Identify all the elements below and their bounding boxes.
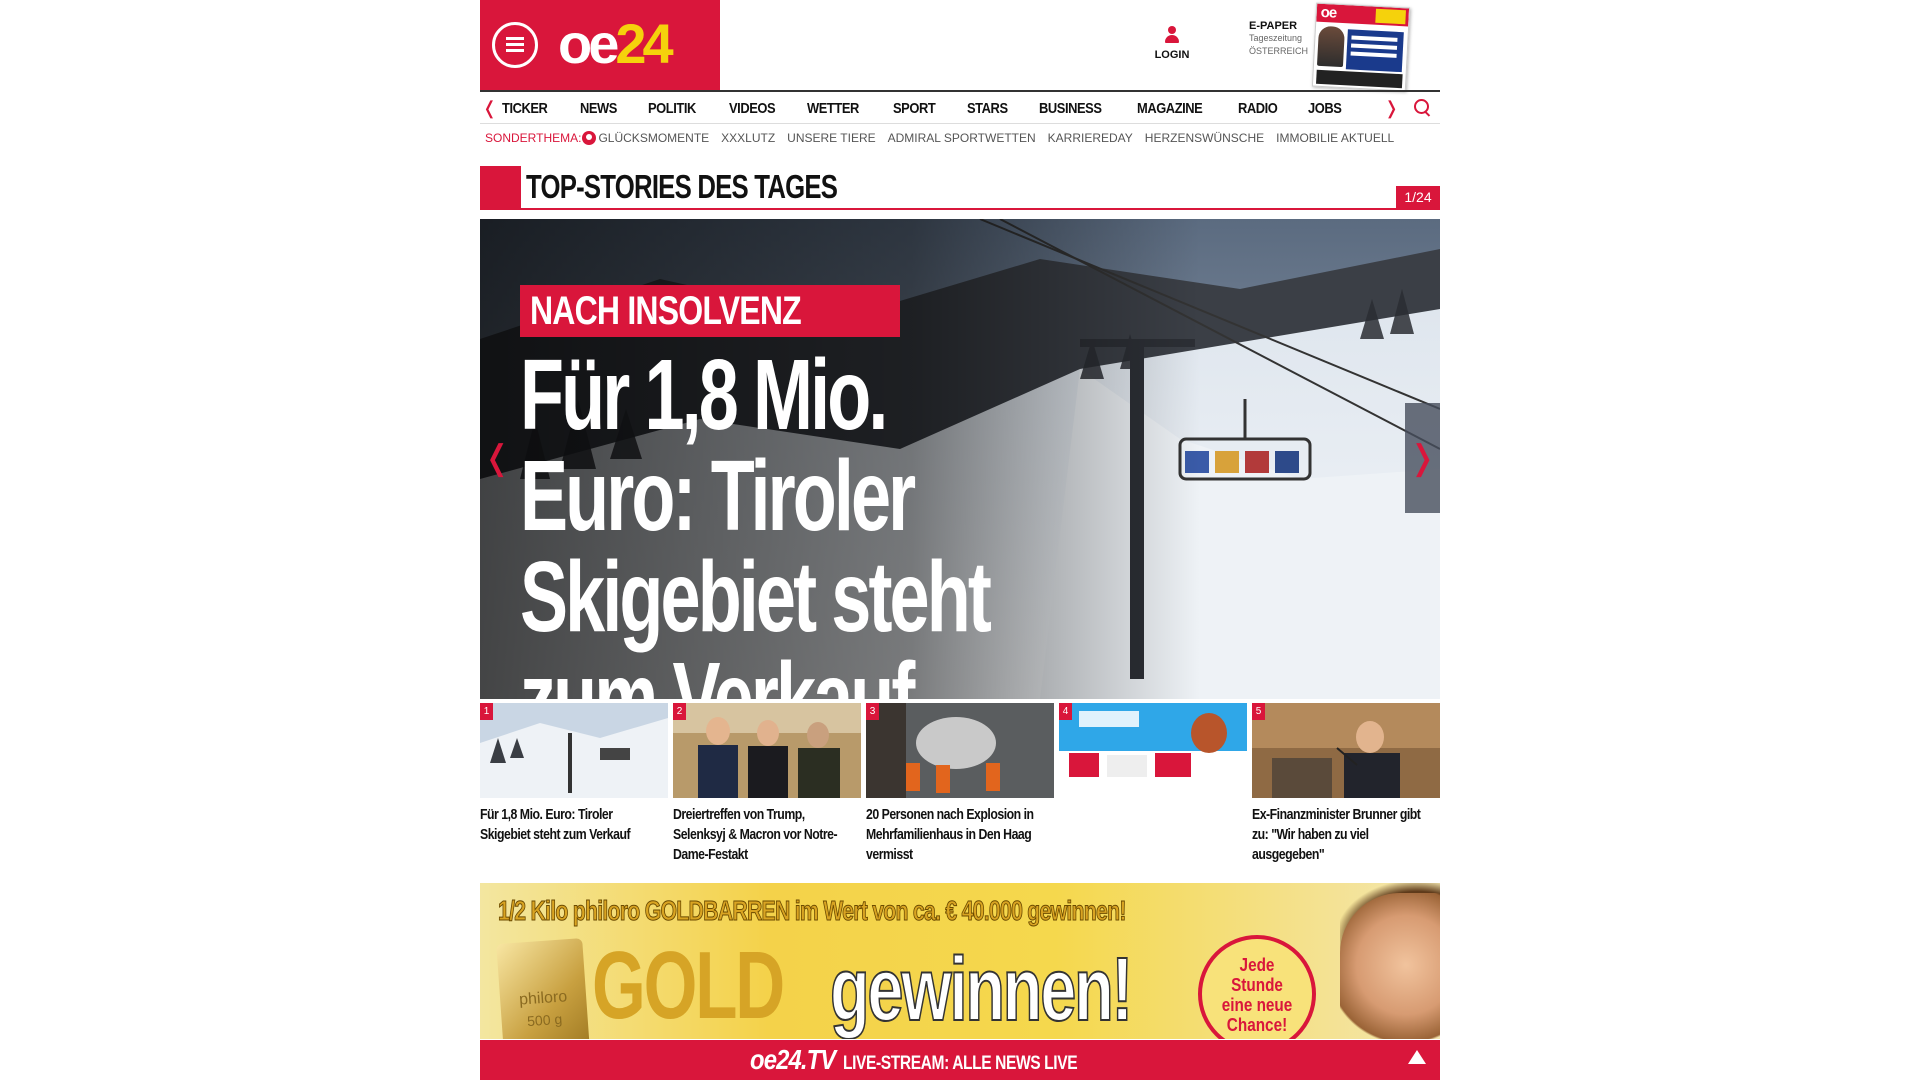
slide-counter: 1/24 [1396, 186, 1440, 208]
slider-next-icon[interactable]: ❭ [1405, 403, 1440, 513]
banner-gewinnen-word: gewinnen! [829, 939, 1134, 1039]
thumb-image-explosion-rescue: 3 [866, 703, 1054, 798]
hero-headline[interactable]: Für 1,8 Mio. Euro: Tiroler Skigebiet ste… [520, 345, 1038, 700]
oe24tv-logo: oe24.TV [750, 1044, 836, 1075]
thumb-image-brunner: 5 [1252, 703, 1440, 798]
nav-item-politik[interactable]: POLITIK [648, 100, 696, 117]
nav-item-jobs[interactable]: JOBS [1308, 100, 1342, 117]
live-stream-bar[interactable]: oe24.TV LIVE-STREAM: ALLE NEWS LIVE [480, 1040, 1440, 1080]
logo-block[interactable]: oe24 [480, 0, 720, 90]
story-thumb-3[interactable]: 3 20 Personen nach Explosion in Mehrfami… [866, 703, 1054, 865]
slider-prev-icon[interactable]: ❬ [480, 403, 514, 513]
thumb-title[interactable]: Dreiertreffen von Trump, Selenksyj & Mac… [673, 805, 858, 865]
topic-xxxlutz[interactable]: XXXLUTZ [721, 131, 775, 145]
topic-herzenswuensche[interactable]: HERZENSWÜNSCHE [1145, 131, 1264, 145]
nav-item-business[interactable]: BUSINESS [1039, 100, 1102, 117]
search-icon[interactable] [1413, 98, 1433, 118]
thumb-image-5g-ad: 4 [1059, 703, 1247, 798]
nav-prev-icon[interactable]: ❬ [482, 98, 497, 118]
thumb-image-trump-macron-zelensky: 2 [673, 703, 861, 798]
main-nav: ❬ TICKER NEWS POLITIK VIDEOS WETTER SPOR… [480, 90, 1440, 124]
story-thumb-1[interactable]: 1 Für 1,8 Mio. Euro: Tiroler Skigebiet s… [480, 703, 668, 845]
hero-kicker: NACH INSOLVENZ [520, 285, 900, 337]
topic-immobilie-aktuell[interactable]: IMMOBILIE AKTUELL [1276, 131, 1394, 145]
story-thumb-2[interactable]: 2 Dreiertreffen von Trump, Selenksyj & M… [673, 703, 861, 865]
banner-headline: 1/2 Kilo philoro GOLDBARREN im Wert von … [498, 895, 1127, 927]
nav-item-ticker[interactable]: TICKER [502, 100, 548, 117]
topic-karriereday[interactable]: KARRIEREDAY [1048, 131, 1133, 145]
thumb-title[interactable]: 20 Personen nach Explosion in Mehrfamili… [866, 805, 1051, 865]
thumb-image-ski-lift: 1 [480, 703, 668, 798]
expand-up-icon[interactable] [1408, 1050, 1426, 1064]
site-header: oe24 LOGIN E-PAPER Tageszeitung ÖSTERREI… [480, 0, 1440, 92]
story-thumb-4-ad[interactable]: 4 [1059, 703, 1247, 798]
epaper-subtitle: Tageszeitung [1249, 33, 1303, 43]
story-thumb-5[interactable]: 5 Ex-Finanzminister Brunner gibt zu: "Wi… [1252, 703, 1440, 865]
login-button[interactable]: LOGIN [1152, 26, 1192, 61]
nav-item-magazine[interactable]: MAGAZINE [1137, 100, 1203, 117]
user-icon [1164, 26, 1180, 46]
topic-admiral-sportwetten[interactable]: ADMIRAL SPORTWETTEN [888, 131, 1036, 145]
special-topics-bar: SONDERTHEMA: GLÜCKSMOMENTE XXXLUTZ UNSER… [480, 126, 1440, 150]
login-label: LOGIN [1154, 49, 1190, 61]
model-face-image [1340, 893, 1440, 1039]
epaper-title: E-PAPER [1249, 20, 1298, 32]
nav-item-videos[interactable]: VIDEOS [729, 100, 776, 117]
live-stream-link[interactable]: oe24.TV LIVE-STREAM: ALLE NEWS LIVE [750, 1044, 1128, 1076]
story-thumbnails: 1 Für 1,8 Mio. Euro: Tiroler Skigebiet s… [480, 703, 1440, 873]
nav-item-news[interactable]: NEWS [580, 100, 617, 117]
hamburger-menu-icon[interactable] [492, 22, 538, 68]
thumb-title[interactable]: Ex-Finanzminister Brunner gibt zu: "Wir … [1252, 805, 1437, 865]
special-topics-label: SONDERTHEMA: [485, 131, 582, 145]
nav-items: TICKER NEWS POLITIK VIDEOS WETTER SPORT … [502, 100, 1372, 117]
section-accent-bar [480, 166, 521, 210]
lucky-clover-icon [582, 131, 597, 145]
oe24-logo[interactable]: oe24 [558, 14, 674, 74]
epaper-cover-thumbnail[interactable]: oe [1311, 2, 1411, 92]
thumb-title[interactable]: Für 1,8 Mio. Euro: Tiroler Skigebiet ste… [480, 805, 665, 845]
nav-next-icon[interactable]: ❭ [1384, 98, 1399, 118]
nav-item-stars[interactable]: STARS [967, 100, 1008, 117]
gold-bar-image: philoro 500 g [496, 938, 590, 1039]
banner-gold-word: GOLD [592, 932, 785, 1039]
nav-item-sport[interactable]: SPORT [893, 100, 936, 117]
nav-item-radio[interactable]: RADIO [1238, 100, 1278, 117]
top-stories-header: TOP-STORIES DES TAGES 1/24 [480, 166, 1440, 210]
topic-unsere-tiere[interactable]: UNSERE TIERE [787, 131, 875, 145]
live-stream-label: LIVE-STREAM: ALLE NEWS LIVE [842, 1053, 1078, 1074]
gold-bar-brand: philoro [519, 988, 568, 1008]
section-title: TOP-STORIES DES TAGES [526, 168, 838, 205]
hourly-chance-badge: Jede Stunde eine neue Chance! [1198, 935, 1316, 1039]
topic-gluecksmomente[interactable]: GLÜCKSMOMENTE [598, 131, 709, 145]
section-underline [521, 208, 1440, 210]
gold-bar-weight: 500 g [527, 1011, 563, 1029]
epaper-link[interactable]: E-PAPER Tageszeitung ÖSTERREICH [1249, 20, 1319, 58]
page: oe24 LOGIN E-PAPER Tageszeitung ÖSTERREI… [480, 0, 1440, 1080]
epaper-edition: ÖSTERREICH [1249, 46, 1309, 56]
nav-item-wetter[interactable]: WETTER [807, 100, 859, 117]
gold-giveaway-banner[interactable]: 1/2 Kilo philoro GOLDBARREN im Wert von … [480, 883, 1440, 1039]
hero-slide[interactable]: NACH INSOLVENZ Für 1,8 Mio. Euro: Tirole… [480, 219, 1440, 699]
